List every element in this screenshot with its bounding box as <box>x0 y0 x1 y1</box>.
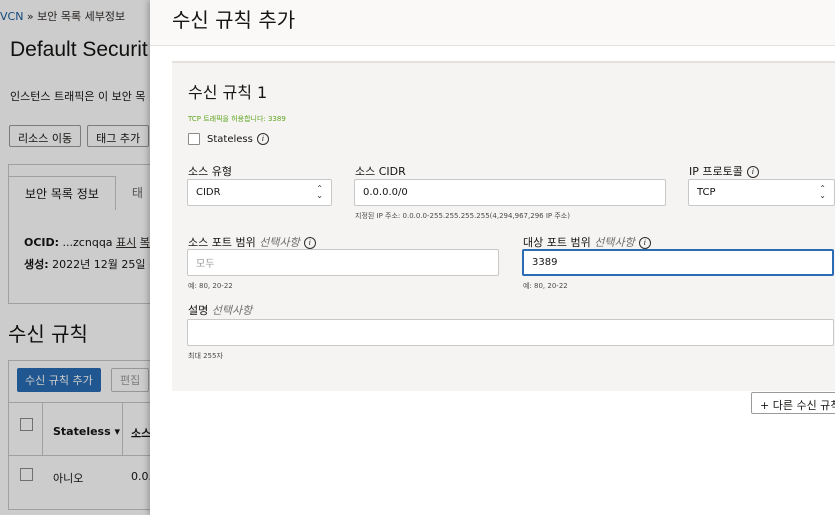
ip-protocol-label: IP 프로토콜 <box>689 165 743 178</box>
panel-title: 수신 규칙 추가 <box>172 8 296 32</box>
add-ingress-rules-panel: 수신 규칙 추가 수신 규칙 1 TCP 트래픽을 허용합니다: 3389 St… <box>150 0 835 515</box>
stateless-label: Stateless <box>207 134 253 145</box>
add-another-ingress-rule-button[interactable]: + 다른 수신 규칙 <box>751 392 835 414</box>
source-type-select[interactable]: CIDR ⌃ ⌄ <box>187 179 332 206</box>
source-cidr-value: 0.0.0.0/0 <box>363 187 408 198</box>
dest-port-label: 대상 포트 범위 <box>523 236 591 249</box>
info-icon[interactable]: i <box>256 133 269 145</box>
ip-protocol-select[interactable]: TCP ⌃ ⌄ <box>688 179 835 206</box>
dest-port-value: 3389 <box>532 257 558 268</box>
source-port-hint: 예: 80, 20-22 <box>188 282 233 290</box>
ip-protocol-label-row: IP 프로토콜 i <box>689 163 759 179</box>
dest-port-label-row: 대상 포트 범위 선택사항 i <box>523 234 651 250</box>
description-input[interactable] <box>187 319 834 346</box>
ingress-rule-section: 수신 규칙 1 TCP 트래픽을 허용합니다: 3389 Stateless i … <box>172 61 835 391</box>
panel-header: 수신 규칙 추가 <box>150 0 835 46</box>
source-port-label-row: 소스 포트 범위 선택사항 i <box>188 234 316 250</box>
ip-protocol-value: TCP <box>697 187 716 198</box>
optional-tag: 선택사항 <box>594 236 635 249</box>
dest-port-input[interactable]: 3389 <box>522 249 834 276</box>
source-cidr-input[interactable]: 0.0.0.0/0 <box>354 179 666 206</box>
description-hint: 최대 255자 <box>188 352 223 360</box>
source-cidr-hint: 지정된 IP 주소: 0.0.0.0-255.255.255.255(4,294… <box>355 212 570 220</box>
description-label: 설명 <box>188 304 209 317</box>
description-label-row: 설명 선택사항 <box>188 302 252 318</box>
select-chevron-icon: ⌃ ⌄ <box>819 184 826 200</box>
source-cidr-label: 소스 CIDR <box>355 165 406 178</box>
optional-tag: 선택사항 <box>259 236 300 249</box>
optional-tag: 선택사항 <box>211 304 253 317</box>
rule-title: 수신 규칙 1 <box>188 83 268 102</box>
info-icon[interactable]: i <box>638 237 651 249</box>
stateless-label-row: Stateless i <box>207 133 269 145</box>
select-chevron-icon: ⌃ ⌄ <box>316 184 323 200</box>
source-port-input[interactable]: 모두 <box>187 249 499 276</box>
stateless-checkbox[interactable] <box>188 133 200 145</box>
source-port-placeholder: 모두 <box>196 259 215 270</box>
info-icon[interactable]: i <box>303 237 316 249</box>
info-icon[interactable]: i <box>746 166 759 178</box>
source-type-value: CIDR <box>196 187 221 198</box>
modal-overlay[interactable] <box>0 0 150 515</box>
dest-port-hint: 예: 80, 20-22 <box>523 282 568 290</box>
source-type-label: 소스 유형 <box>188 165 232 178</box>
source-port-label: 소스 포트 범위 <box>188 236 256 249</box>
allow-traffic-note: TCP 트래픽을 허용합니다: 3389 <box>188 115 286 123</box>
